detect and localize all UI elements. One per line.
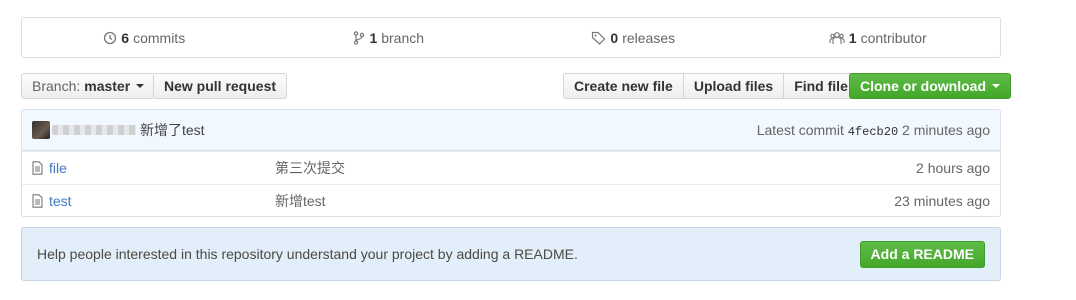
clone-or-download-label: Clone or download — [860, 78, 986, 94]
latest-commit-bar: 新增了test Latest commit 4fecb20 2 minutes … — [22, 110, 1000, 151]
file-commit-age: 23 minutes ago — [894, 193, 990, 209]
avatar[interactable] — [32, 121, 50, 139]
chevron-down-icon — [992, 84, 1000, 88]
latest-commit-message[interactable]: 新增了test — [140, 120, 205, 140]
commits-link[interactable]: 6 commits — [22, 18, 267, 57]
tag-icon — [591, 31, 606, 45]
readme-prompt: Help people interested in this repositor… — [21, 227, 1001, 281]
contributors-count: 1 — [848, 29, 857, 46]
releases-count: 0 — [610, 29, 619, 46]
file-listing: 新增了test Latest commit 4fecb20 2 minutes … — [21, 109, 1001, 217]
new-pull-request-button[interactable]: New pull request — [153, 73, 288, 99]
branch-select-button[interactable]: Branch: master — [21, 73, 156, 99]
branches-link[interactable]: 1 branch — [267, 18, 512, 57]
find-file-button[interactable]: Find file — [783, 73, 859, 99]
latest-commit-prefix: Latest commit — [756, 121, 844, 138]
author-name-blurred[interactable] — [52, 125, 136, 135]
file-row: test 新增test 23 minutes ago — [22, 184, 1000, 216]
branches-count: 1 — [369, 29, 378, 46]
file-name-link[interactable]: file — [49, 160, 67, 176]
file-text-icon — [32, 161, 43, 175]
git-branch-icon — [353, 30, 365, 45]
branch-prefix: Branch: — [32, 78, 81, 94]
file-commit-age: 2 hours ago — [916, 160, 990, 176]
add-readme-button[interactable]: Add a README — [859, 240, 985, 268]
releases-link[interactable]: 0 releases — [511, 18, 756, 57]
contributors-link[interactable]: 1 contributor — [756, 18, 1001, 57]
file-text-icon — [32, 194, 43, 208]
latest-commit-info: Latest commit 4fecb20 2 minutes ago — [757, 122, 990, 139]
history-icon — [103, 31, 117, 45]
file-navigation-toolbar: Branch: master New pull request Create n… — [21, 73, 1011, 99]
clone-or-download-button[interactable]: Clone or download — [849, 73, 1011, 99]
readme-prompt-text: Help people interested in this repositor… — [37, 246, 578, 262]
create-new-file-button[interactable]: Create new file — [563, 73, 684, 99]
commit-sha-link[interactable]: 4fecb20 — [848, 125, 898, 139]
chevron-down-icon — [136, 84, 145, 88]
commits-count: 6 — [121, 29, 130, 46]
organization-icon — [829, 31, 845, 45]
branches-label: branch — [381, 29, 425, 46]
repo-summary-bar: 6 commits 1 branch 0 releases 1 contribu… — [21, 17, 1001, 58]
file-commit-message[interactable]: 第三次提交 — [275, 158, 345, 178]
contributors-label: contributor — [860, 29, 927, 46]
file-actions-group: Create new file Upload files Find file — [563, 73, 859, 99]
file-commit-message[interactable]: 新增test — [275, 191, 326, 211]
commits-label: commits — [133, 29, 186, 46]
releases-label: releases — [622, 29, 676, 46]
file-name-link[interactable]: test — [49, 193, 72, 209]
branch-name: master — [84, 78, 131, 94]
file-row: file 第三次提交 2 hours ago — [22, 151, 1000, 184]
upload-files-button[interactable]: Upload files — [682, 73, 785, 99]
latest-commit-age: 2 minutes ago — [902, 121, 990, 138]
